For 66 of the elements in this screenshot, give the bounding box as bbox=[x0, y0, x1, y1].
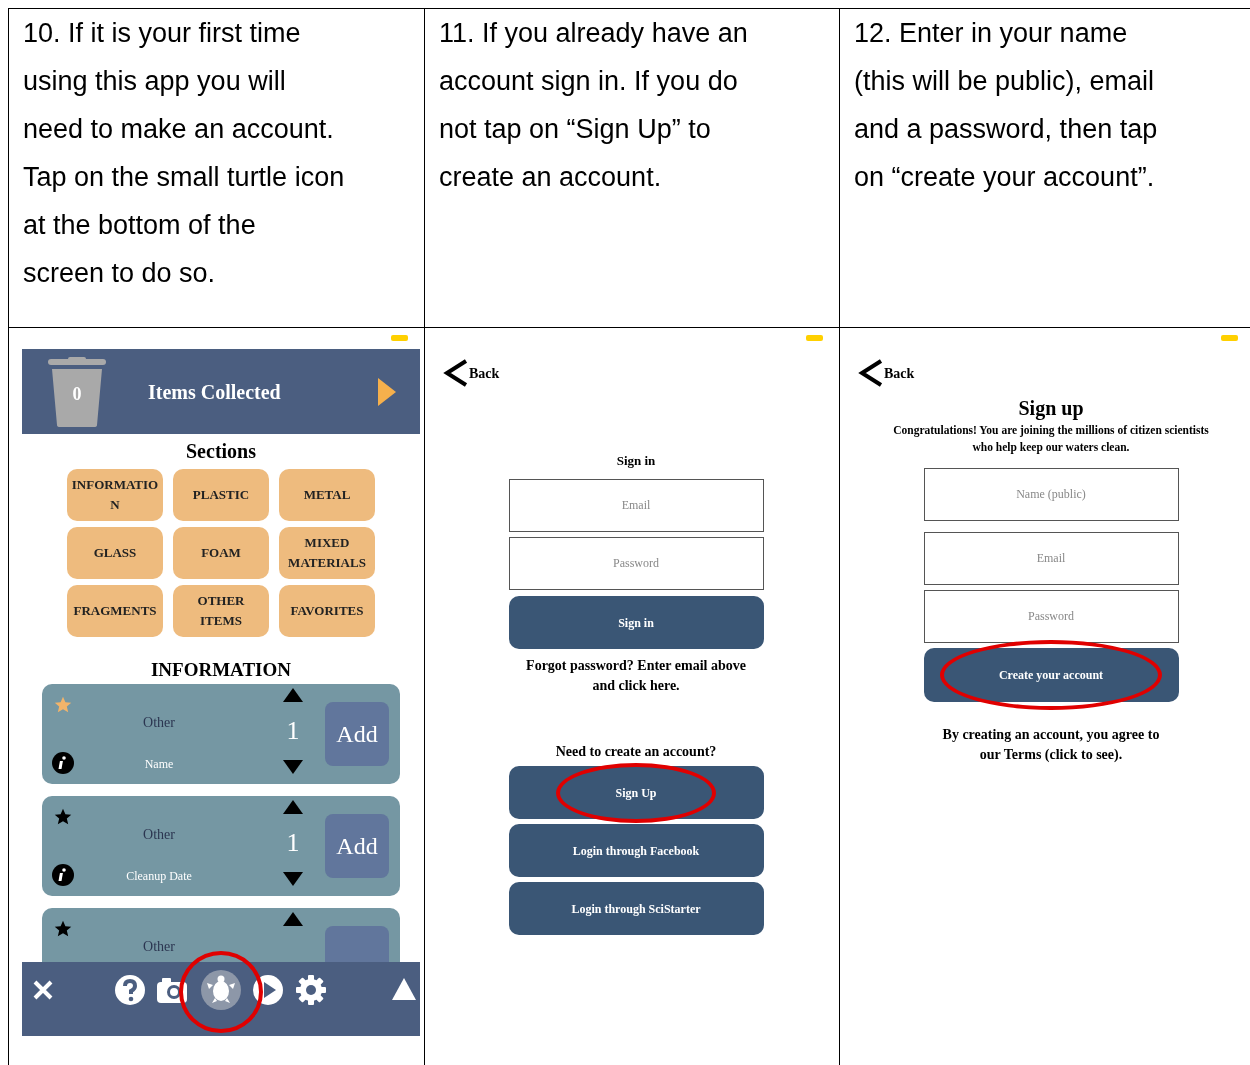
battery-indicator bbox=[806, 335, 823, 341]
signup-title: Sign up bbox=[1018, 396, 1084, 420]
play-icon[interactable] bbox=[252, 974, 284, 1006]
sections-heading: Sections bbox=[186, 439, 256, 464]
info-icon[interactable] bbox=[52, 752, 74, 774]
item-name: Name bbox=[144, 756, 174, 773]
section-button[interactable]: FAVORITES bbox=[279, 585, 375, 637]
create-account-button[interactable]: Create your account bbox=[923, 648, 1179, 702]
input-field[interactable]: Email bbox=[508, 479, 764, 532]
section-button[interactable]: FOAM bbox=[173, 527, 269, 579]
forgot-password-link[interactable]: Forgot password? Enter email above and click here. bbox=[518, 656, 754, 696]
triangle-down-icon[interactable] bbox=[283, 872, 303, 886]
account-button[interactable]: Login through SciStarter bbox=[508, 882, 764, 935]
triangle-up-icon[interactable] bbox=[283, 912, 303, 926]
item-name: Cleanup Date bbox=[126, 868, 192, 885]
chevron-left-icon bbox=[857, 358, 883, 388]
input-field[interactable]: Password bbox=[508, 537, 764, 590]
triangle-up-icon[interactable] bbox=[283, 800, 303, 814]
item-category: Other bbox=[143, 938, 175, 956]
account-button[interactable]: Sign Up bbox=[508, 766, 764, 819]
account-button[interactable]: Login through Facebook bbox=[508, 824, 764, 877]
back-button[interactable]: Back bbox=[442, 358, 500, 388]
item-category: Other bbox=[143, 714, 175, 732]
terms-text: By creating an account, you agree to our Terms (click to see). bbox=[941, 726, 1161, 764]
item-category: Other bbox=[143, 826, 175, 844]
header-title: Items Collected bbox=[148, 379, 281, 405]
section-button[interactable]: MIXED MATERIALS bbox=[279, 527, 375, 579]
close-icon[interactable] bbox=[33, 980, 53, 1000]
input-field[interactable]: Password bbox=[923, 590, 1179, 643]
section-button[interactable]: PLASTIC bbox=[173, 469, 269, 521]
settings-icon[interactable] bbox=[295, 974, 327, 1006]
help-icon[interactable] bbox=[114, 974, 146, 1006]
add-button[interactable]: Add bbox=[325, 702, 389, 766]
chevron-left-icon bbox=[442, 358, 468, 388]
section-button[interactable]: METAL bbox=[279, 469, 375, 521]
star-icon[interactable] bbox=[54, 920, 72, 938]
instruction-text: 11. If you already have an account sign in. If you do not tap on “Sign Up” to create an account. bbox=[439, 17, 749, 194]
trash-can-icon bbox=[48, 356, 106, 427]
section-button[interactable]: FRAGMENTS bbox=[67, 585, 163, 637]
star-icon[interactable] bbox=[54, 808, 72, 826]
signin-button[interactable]: Sign in bbox=[508, 596, 764, 649]
input-field[interactable]: Name (public) bbox=[923, 468, 1179, 521]
quantity-value: 1 bbox=[286, 830, 300, 856]
section-button[interactable]: GLASS bbox=[67, 527, 163, 579]
instruction-text: 12. Enter in your name (this will be public), email and a password, then tap on “create your account”. bbox=[854, 17, 1159, 194]
signin-heading: Sign in bbox=[616, 452, 656, 469]
battery-indicator bbox=[391, 335, 408, 341]
triangle-down-icon[interactable] bbox=[283, 760, 303, 774]
triangle-up-icon[interactable] bbox=[283, 688, 303, 702]
input-field[interactable]: Email bbox=[923, 532, 1179, 585]
turtle-icon[interactable] bbox=[201, 970, 241, 1010]
list-heading: INFORMATION bbox=[150, 657, 291, 682]
quantity-value: 1 bbox=[286, 718, 300, 744]
instruction-text: 10. If it is your first time using this app you will need to make an account. Tap on the small turtle icon at the bottom of the screen to do so. bbox=[23, 17, 346, 290]
star-icon[interactable] bbox=[54, 696, 72, 714]
section-button[interactable]: INFORMATION bbox=[67, 469, 163, 521]
create-account-prompt: Need to create an account? bbox=[555, 743, 717, 759]
triangle-up-icon[interactable] bbox=[392, 978, 416, 1000]
play-arrow-icon[interactable] bbox=[378, 377, 396, 406]
intro-text: Congratulations! You are joining the millions of citizen scientists who help keep our waters clean. bbox=[892, 423, 1210, 456]
battery-indicator bbox=[1221, 335, 1238, 341]
item-count: 0 bbox=[72, 383, 82, 406]
back-button[interactable]: Back bbox=[857, 358, 915, 388]
add-button[interactable]: Add bbox=[325, 814, 389, 878]
info-icon[interactable] bbox=[52, 864, 74, 886]
section-button[interactable]: OTHER ITEMS bbox=[173, 585, 269, 637]
